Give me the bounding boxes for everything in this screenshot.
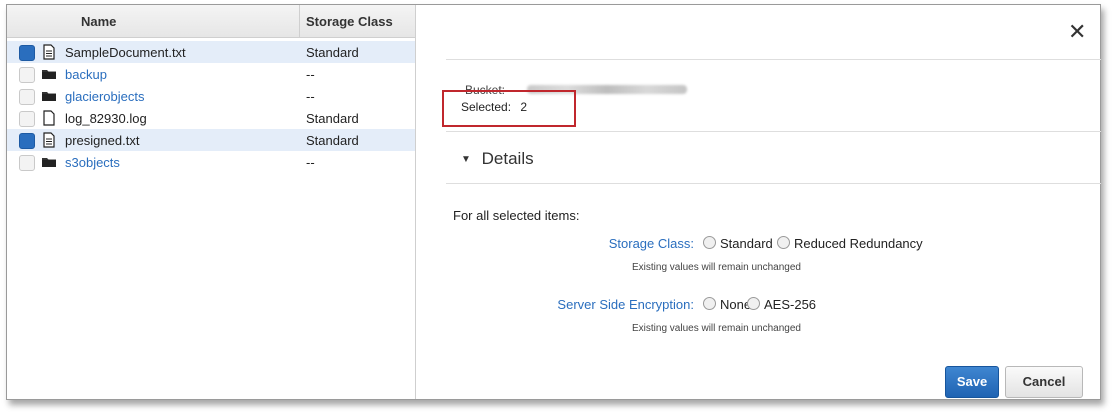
details-section-toggle[interactable]: ▼ Details	[461, 149, 534, 169]
storage-class-label: Storage Class:	[608, 236, 694, 251]
row-checkbox[interactable]	[19, 155, 35, 171]
row-name[interactable]: backup	[65, 67, 107, 82]
encryption-label: Server Side Encryption:	[557, 297, 694, 312]
row-name[interactable]: glacierobjects	[65, 89, 145, 104]
row-name[interactable]: presigned.txt	[65, 133, 139, 148]
cancel-button[interactable]: Cancel	[1005, 366, 1083, 398]
app-frame: Name Storage Class SampleDocument.txt St…	[6, 4, 1101, 400]
folder-icon	[42, 70, 56, 79]
row-storage-class: --	[306, 155, 315, 170]
column-header-name[interactable]: Name	[81, 14, 116, 29]
row-storage-class: --	[306, 67, 315, 82]
radio-label: Reduced Redundancy	[794, 236, 923, 251]
radio-icon[interactable]	[747, 297, 760, 310]
save-button[interactable]: Save	[945, 366, 999, 398]
encryption-aes-radio[interactable]: AES-256	[747, 297, 816, 312]
radio-label: AES-256	[764, 297, 817, 312]
object-list: Name Storage Class SampleDocument.txt St…	[7, 5, 416, 399]
row-storage-class: Standard	[306, 45, 359, 60]
list-item[interactable]: backup --	[7, 63, 415, 85]
storage-class-rr-radio[interactable]: Reduced Redundancy	[777, 236, 923, 251]
details-title: Details	[481, 149, 534, 168]
row-checkbox[interactable]	[19, 133, 35, 149]
row-storage-class: --	[306, 89, 315, 104]
divider	[446, 131, 1101, 132]
storage-class-standard-radio[interactable]: Standard	[703, 236, 773, 251]
divider	[446, 183, 1101, 184]
folder-icon	[42, 92, 56, 101]
radio-icon[interactable]	[703, 297, 716, 310]
folder-icon	[42, 158, 56, 167]
list-item[interactable]: presigned.txt Standard	[7, 129, 415, 151]
document-icon	[43, 132, 55, 148]
list-header: Name Storage Class	[7, 5, 415, 38]
radio-icon[interactable]	[777, 236, 790, 249]
row-checkbox[interactable]	[19, 111, 35, 127]
list-item[interactable]: log_82930.log Standard	[7, 107, 415, 129]
row-storage-class: Standard	[306, 133, 359, 148]
row-name[interactable]: SampleDocument.txt	[65, 45, 186, 60]
row-name[interactable]: s3objects	[65, 155, 120, 170]
radio-label: Standard	[720, 236, 773, 251]
chevron-down-icon: ▼	[461, 154, 471, 165]
row-name[interactable]: log_82930.log	[65, 111, 147, 126]
properties-panel: ✕ Bucket: Selected: 2 ▼ Details For all …	[416, 5, 1101, 399]
radio-icon[interactable]	[703, 236, 716, 249]
close-icon[interactable]: ✕	[1068, 19, 1086, 45]
row-checkbox[interactable]	[19, 45, 35, 61]
row-storage-class: Standard	[306, 111, 359, 126]
divider	[446, 59, 1101, 60]
for-all-label: For all selected items:	[453, 208, 580, 223]
storage-class-hint: Existing values will remain unchanged	[632, 262, 801, 273]
highlight-box	[442, 90, 576, 127]
list-item[interactable]: SampleDocument.txt Standard	[7, 41, 415, 63]
column-header-storage-class[interactable]: Storage Class	[306, 14, 393, 29]
list-item[interactable]: s3objects --	[7, 151, 415, 173]
row-checkbox[interactable]	[19, 89, 35, 105]
encryption-none-radio[interactable]: None	[703, 297, 751, 312]
row-checkbox[interactable]	[19, 67, 35, 83]
file-icon	[43, 110, 55, 126]
column-divider[interactable]	[299, 5, 300, 37]
encryption-hint: Existing values will remain unchanged	[632, 323, 801, 334]
list-item[interactable]: glacierobjects --	[7, 85, 415, 107]
document-icon	[43, 44, 55, 60]
